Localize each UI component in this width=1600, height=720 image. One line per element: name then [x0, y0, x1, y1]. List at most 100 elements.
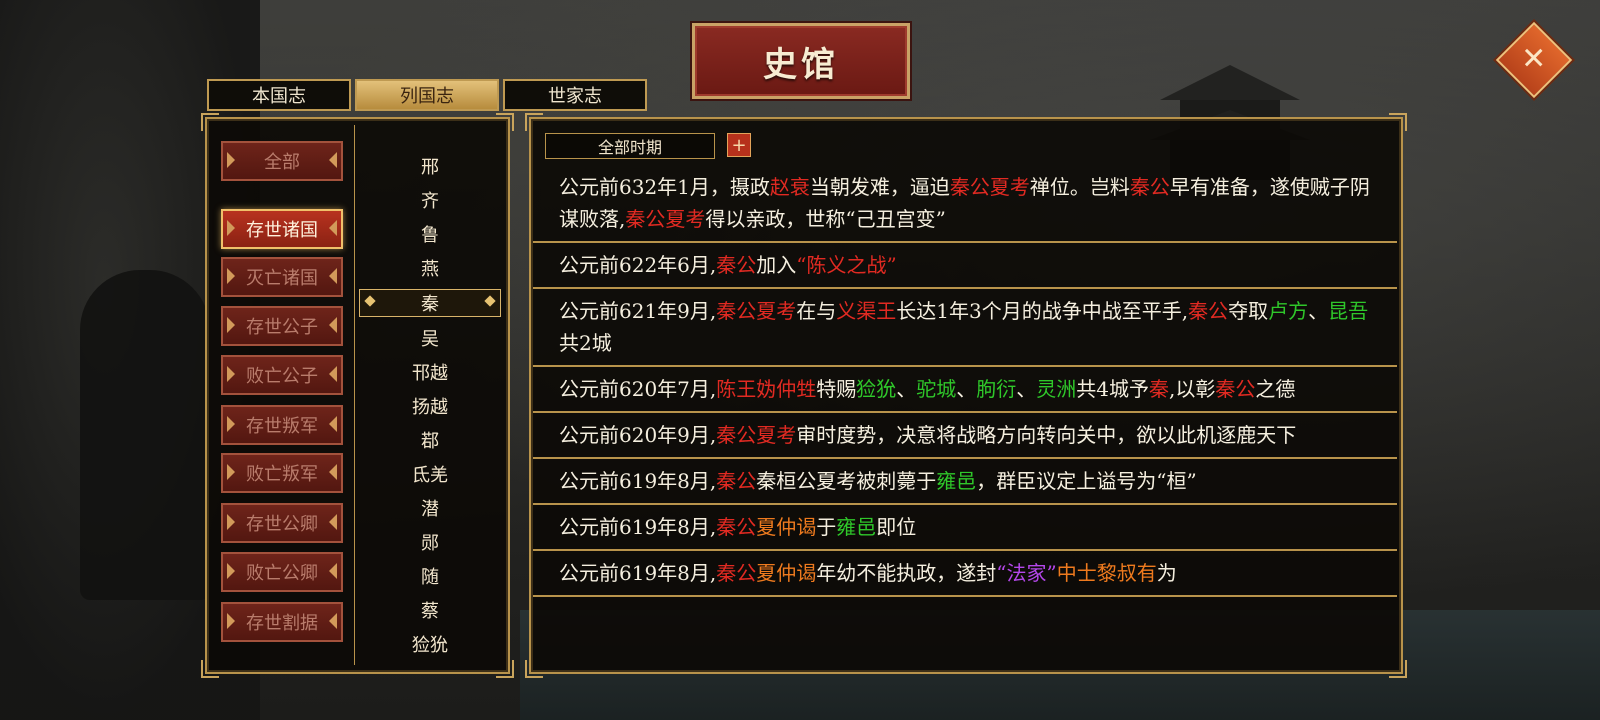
- state-label: 燕: [421, 259, 439, 280]
- event-text: 秦桓公夏考被刺薨于: [756, 469, 937, 493]
- state-item[interactable]: 猃狁: [355, 627, 505, 661]
- tab-label: 本国志: [252, 86, 306, 107]
- event-highlight: 秦公: [716, 469, 757, 493]
- category-button[interactable]: 灭亡诸国: [221, 257, 343, 297]
- page-title: 史馆: [763, 44, 839, 85]
- event-text: 公元前620年9月,: [559, 423, 717, 447]
- state-item[interactable]: 鄀: [355, 423, 505, 457]
- state-item[interactable]: 秦: [359, 289, 501, 317]
- event-highlight: 卢方: [1268, 299, 1309, 323]
- event-highlight: 驼城: [916, 377, 957, 401]
- category-label: 存世割据: [246, 613, 318, 634]
- event-text: 公元前622年6月,: [559, 253, 717, 277]
- event-highlight: 秦公: [716, 561, 757, 585]
- state-list[interactable]: 邢齐鲁燕秦吴邗越 扬越鄀氐羌潜郧随蔡猃狁: [355, 149, 505, 661]
- panel-corner-ornament: [496, 113, 514, 131]
- event-text: 于: [816, 515, 837, 539]
- category-button[interactable]: 存世割据: [221, 602, 343, 642]
- state-item[interactable]: 吴: [355, 321, 505, 355]
- state-item[interactable]: 鲁: [355, 217, 505, 251]
- category-button[interactable]: 全部: [221, 141, 343, 181]
- category-label: 全部: [264, 152, 300, 173]
- state-item[interactable]: 邢: [355, 149, 505, 183]
- category-button[interactable]: 存世公卿: [221, 503, 343, 543]
- panel-corner-ornament: [1389, 113, 1407, 131]
- panel-corner-ornament: [525, 113, 543, 131]
- event-highlight: 秦公: [1188, 299, 1229, 323]
- panel-corner-ornament: [201, 660, 219, 678]
- state-label: 鄀: [421, 431, 439, 452]
- state-item[interactable]: 燕: [355, 251, 505, 285]
- event-text: 当朝发难，逼迫: [809, 175, 950, 199]
- state-label: 潜: [421, 499, 439, 520]
- state-label: 蔡: [421, 601, 439, 622]
- event-text: 公元前632年1月，摄政: [559, 175, 770, 199]
- state-item[interactable]: 郧: [355, 525, 505, 559]
- event-text: 公元前619年8月,: [559, 561, 717, 585]
- event-text: 、: [1016, 377, 1037, 401]
- state-label: 吴: [421, 329, 439, 350]
- event-highlight: 中士黎叔有: [1056, 561, 1157, 585]
- event-highlight: 昆吾: [1328, 299, 1369, 323]
- tab-families[interactable]: 世家志: [503, 79, 647, 111]
- category-label: 败亡叛军: [246, 464, 318, 485]
- event-text: ,以彰: [1169, 377, 1216, 401]
- event-text: 禅位。岂料: [1029, 175, 1130, 199]
- event-highlight: 秦: [1149, 377, 1169, 401]
- category-label: 存世公子: [246, 317, 318, 338]
- event-highlight: 秦公: [716, 515, 757, 539]
- event-text: 公元前621年9月,: [559, 299, 717, 323]
- event-text: 公元前620年7月,: [559, 377, 717, 401]
- event-highlight: 灵洲: [1036, 377, 1077, 401]
- event-list[interactable]: 公元前632年1月，摄政赵衰当朝发难，逼迫秦公夏考禅位。岂料秦公早有准备，遂使贼…: [533, 165, 1397, 668]
- category-label: 存世公卿: [246, 514, 318, 535]
- category-button[interactable]: 败亡叛军: [221, 453, 343, 493]
- state-item[interactable]: 邗越: [355, 355, 505, 389]
- state-item[interactable]: 氐羌: [355, 457, 505, 491]
- panel-corner-ornament: [201, 113, 219, 131]
- event-entry: 公元前620年9月,秦公夏考审时度势，决意将战略方向转向关中，欲以此机逐鹿天下: [533, 413, 1397, 459]
- period-filter-select[interactable]: 全部时期: [545, 133, 715, 159]
- state-item[interactable]: 蔡: [355, 593, 505, 627]
- category-button[interactable]: 存世公子: [221, 306, 343, 346]
- event-highlight: 秦公夏考: [949, 175, 1030, 199]
- event-text: 加入: [756, 253, 797, 277]
- category-label: 灭亡诸国: [246, 268, 318, 289]
- state-item[interactable]: 随: [355, 559, 505, 593]
- tab-label: 世家志: [548, 86, 602, 107]
- event-text: 公元前619年8月,: [559, 515, 717, 539]
- tab-home-country[interactable]: 本国志: [207, 79, 351, 111]
- event-text: 共2城: [559, 331, 612, 355]
- event-highlight: “法家”: [996, 561, 1057, 585]
- state-label: 鲁: [421, 225, 439, 246]
- category-label: 存世诸国: [246, 220, 318, 241]
- event-text: 、: [956, 377, 977, 401]
- period-filter-label: 全部时期: [597, 138, 662, 157]
- state-item[interactable]: 潜: [355, 491, 505, 525]
- category-button[interactable]: 败亡公卿: [221, 552, 343, 592]
- state-label: 氐羌: [412, 465, 448, 486]
- event-text: 年幼不能执政，遂封: [816, 561, 997, 585]
- event-highlight: 义渠王: [836, 299, 897, 323]
- category-button[interactable]: 败亡公子: [221, 355, 343, 395]
- state-label: 邢: [421, 157, 439, 178]
- state-item[interactable]: 扬越: [355, 389, 505, 423]
- tab-other-countries[interactable]: 列国志: [355, 79, 499, 111]
- event-entry: 公元前622年6月,秦公加入“陈义之战”: [533, 243, 1397, 289]
- event-highlight: 秦公: [1215, 377, 1256, 401]
- event-highlight: “陈义之战”: [796, 253, 897, 277]
- state-item[interactable]: 齐: [355, 183, 505, 217]
- add-filter-button[interactable]: +: [727, 133, 751, 157]
- event-text: 为: [1156, 561, 1177, 585]
- event-highlight: 陈王妫仲甡: [716, 377, 817, 401]
- category-button[interactable]: 存世叛军: [221, 405, 343, 445]
- left-panel: 全部存世诸国灭亡诸国存世公子败亡公子存世叛军败亡叛军存世公卿败亡公卿存世割据 邢…: [201, 113, 514, 678]
- event-text: ，群臣议定上谥号为“桓”: [976, 469, 1197, 493]
- event-entry: 公元前632年1月，摄政赵衰当朝发难，逼迫秦公夏考禅位。岂料秦公早有准备，遂使贼…: [533, 165, 1397, 243]
- right-panel: 全部时期 + 公元前632年1月，摄政赵衰当朝发难，逼迫秦公夏考禅位。岂料秦公早…: [525, 113, 1407, 678]
- event-text: 特赐: [816, 377, 857, 401]
- event-highlight: 秦公夏考: [716, 423, 797, 447]
- event-text: 、: [1308, 299, 1329, 323]
- event-text: 在与: [796, 299, 837, 323]
- category-button[interactable]: 存世诸国: [221, 209, 343, 249]
